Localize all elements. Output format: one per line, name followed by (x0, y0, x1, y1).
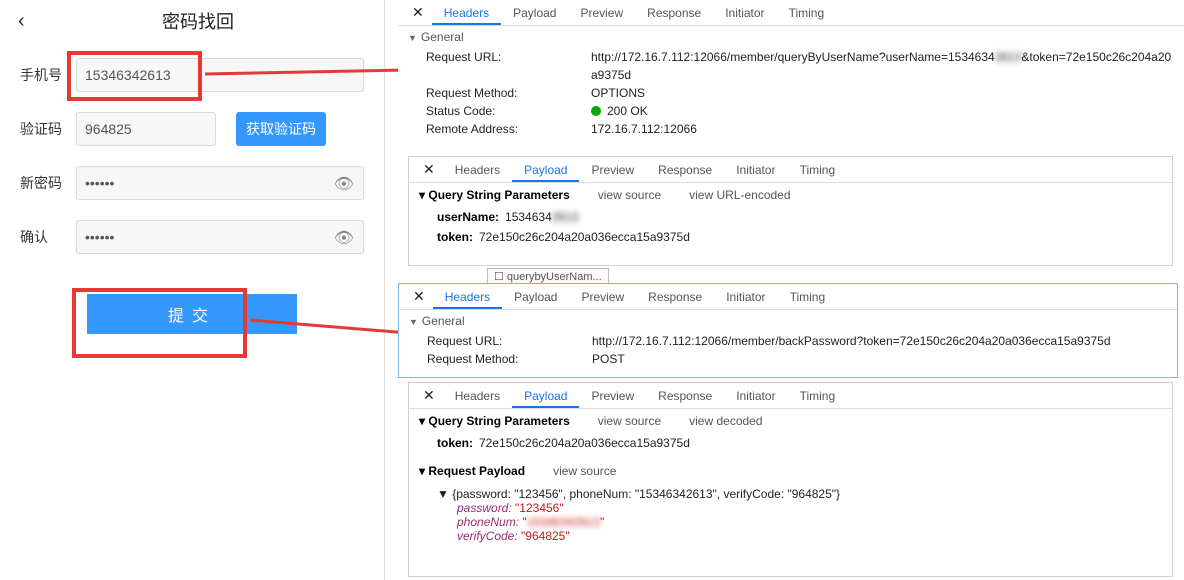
newpwd-input[interactable] (76, 166, 364, 200)
request-method-value: POST (592, 352, 625, 366)
devtools-payload-2: ✕ Headers Payload Preview Response Initi… (408, 382, 1173, 577)
tab-preview[interactable]: Preview (579, 383, 646, 408)
payload-object-line: ▼ {password: "123456", phoneNum: "153463… (437, 487, 1144, 501)
tab-headers[interactable]: Headers (443, 157, 512, 182)
request-url-value: http://172.16.7.112:12066/member/backPas… (592, 334, 1111, 348)
request-method-label: Request Method: (426, 86, 591, 100)
request-url-label: Request URL: (427, 334, 592, 348)
tab-timing[interactable]: Timing (788, 383, 848, 408)
close-icon[interactable]: ✕ (415, 161, 443, 178)
confirm-label: 确认 (20, 227, 76, 247)
tab-response[interactable]: Response (646, 383, 724, 408)
token-key: token: (437, 436, 473, 450)
tab-response[interactable]: Response (636, 284, 714, 309)
confirm-input[interactable] (76, 220, 364, 254)
status-code-value: 200 OK (591, 104, 648, 118)
token-value: 72e150c26c204a20a036ecca15a9375d (479, 230, 690, 244)
token-value: 72e150c26c204a20a036ecca15a9375d (479, 436, 690, 450)
close-icon[interactable]: ✕ (415, 387, 443, 404)
qsp-header: Query String Parameters (428, 414, 569, 428)
tab-preview[interactable]: Preview (579, 157, 646, 182)
get-code-button[interactable]: 获取验证码 (236, 112, 326, 146)
tab-initiator[interactable]: Initiator (724, 383, 787, 408)
password-recovery-form: ‹ 密码找回 手机号 验证码 获取验证码 新密码 👁 确认 👁 提交 (0, 0, 385, 580)
tab-preview[interactable]: Preview (569, 284, 636, 309)
phone-label: 手机号 (20, 65, 76, 85)
close-icon[interactable]: ✕ (405, 288, 433, 305)
payload-phone-key: phoneNum: (457, 515, 519, 529)
payload-password-key: password: (457, 501, 512, 515)
devtools-panel-2: ✕ Headers Payload Preview Response Initi… (398, 283, 1178, 378)
request-url-label: Request URL: (426, 50, 591, 64)
general-section[interactable]: General (399, 310, 1177, 332)
request-url-value-line2: a9375d (591, 68, 631, 82)
qsp-header: ▾ Query String Parametersview sourceview… (409, 183, 1172, 207)
general-section[interactable]: General (398, 26, 1184, 48)
view-source-link[interactable]: view source (598, 188, 661, 202)
tab-headers[interactable]: Headers (433, 284, 502, 309)
tab-response[interactable]: Response (635, 0, 713, 25)
tab-headers[interactable]: Headers (432, 0, 501, 25)
remote-address-value: 172.16.7.112:12066 (591, 122, 697, 136)
tab-payload[interactable]: Payload (512, 383, 579, 408)
view-source-link[interactable]: view source (598, 414, 661, 428)
tab-response[interactable]: Response (646, 157, 724, 182)
devtools-panel-1: ✕ Headers Payload Preview Response Initi… (398, 0, 1184, 160)
status-dot-icon (591, 106, 601, 116)
close-icon[interactable]: ✕ (404, 4, 432, 21)
page-title: 密码找回 (42, 8, 384, 34)
view-url-link[interactable]: view URL-encoded (689, 188, 790, 202)
submit-button[interactable]: 提交 (87, 294, 297, 334)
eye-icon[interactable]: 👁 (334, 174, 354, 194)
tab-initiator[interactable]: Initiator (713, 0, 776, 25)
payload-verify-key: verifyCode: (457, 529, 518, 543)
request-url-value: http://172.16.7.112:12066/member/queryBy… (591, 50, 1171, 64)
eye-icon[interactable]: 👁 (334, 228, 354, 248)
request-payload-header: Request Payload (428, 464, 525, 478)
payload-password-value: "123456" (515, 501, 564, 515)
back-icon[interactable]: ‹ (18, 10, 42, 33)
remote-address-label: Remote Address: (426, 122, 591, 136)
payload-phone-value: "15346342613" (522, 515, 604, 529)
tab-headers[interactable]: Headers (443, 383, 512, 408)
status-code-label: Status Code: (426, 104, 591, 118)
newpwd-label: 新密码 (20, 173, 76, 193)
tab-timing[interactable]: Timing (777, 0, 837, 25)
payload-verify-value: "964825" (521, 529, 570, 543)
tab-preview[interactable]: Preview (568, 0, 635, 25)
tab-initiator[interactable]: Initiator (714, 284, 777, 309)
phone-input[interactable] (76, 58, 364, 92)
tab-payload[interactable]: Payload (501, 0, 568, 25)
tab-payload[interactable]: Payload (512, 157, 579, 182)
request-method-value: OPTIONS (591, 86, 645, 100)
tab-initiator[interactable]: Initiator (724, 157, 787, 182)
code-input[interactable] (76, 112, 216, 146)
token-key: token: (437, 230, 473, 244)
username-key: userName: (437, 210, 499, 224)
username-value: 15346342613 (505, 210, 578, 224)
code-label: 验证码 (20, 119, 76, 139)
devtools-tabs: ✕ Headers Payload Preview Response Initi… (398, 0, 1184, 26)
tab-payload[interactable]: Payload (502, 284, 569, 309)
devtools-payload-1: ✕ Headers Payload Preview Response Initi… (408, 156, 1173, 266)
tab-timing[interactable]: Timing (788, 157, 848, 182)
tab-timing[interactable]: Timing (778, 284, 838, 309)
view-decoded-link[interactable]: view decoded (689, 414, 762, 428)
request-method-label: Request Method: (427, 352, 592, 366)
view-source-link[interactable]: view source (553, 464, 616, 478)
